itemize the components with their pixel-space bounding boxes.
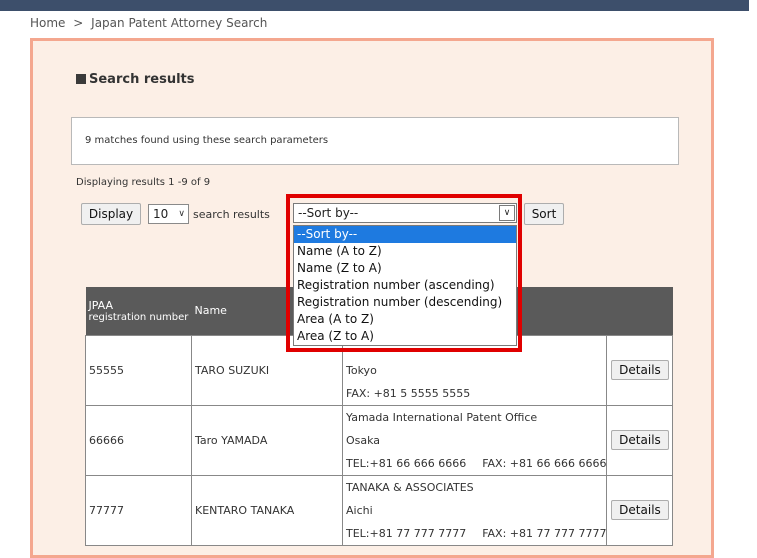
chevron-down-icon: ∨ [499, 205, 515, 221]
sort-option-default[interactable]: --Sort by-- [294, 226, 516, 243]
cell-reg: 66666 [85, 404, 192, 476]
office-name: Yamada International Patent Office [346, 410, 538, 424]
office-contact: TEL:+81 66 666 6666 FAX: +81 66 666 6666 [343, 452, 606, 475]
display-button[interactable]: Display [81, 203, 141, 225]
matches-text: 9 matches found using these search param… [85, 135, 329, 146]
office-area: Aichi [346, 503, 373, 517]
matches-box: 9 matches found using these search param… [71, 117, 679, 165]
header-details [606, 287, 673, 335]
breadcrumb-current: Japan Patent Attorney Search [91, 16, 268, 30]
header-reg-line2: registration number [88, 311, 189, 323]
office-area: Tokyo [346, 363, 377, 377]
cell-reg: 77777 [85, 474, 192, 546]
sort-option-reg-asc[interactable]: Registration number (ascending) [294, 277, 516, 294]
breadcrumb-home[interactable]: Home [30, 16, 65, 30]
per-page-label: search results [193, 208, 270, 221]
details-button[interactable]: Details [611, 360, 669, 380]
sort-option-area-asc[interactable]: Area (A to Z) [294, 311, 516, 328]
header-reg-line1: JPAA [88, 298, 114, 312]
sort-button[interactable]: Sort [524, 203, 564, 225]
displaying-count: Displaying results 1 -9 of 9 [76, 177, 211, 188]
breadcrumb-separator: > [73, 16, 84, 30]
breadcrumb: Home > Japan Patent Attorney Search [30, 16, 267, 30]
cell-details: Details [606, 334, 674, 406]
office-fax: FAX: +81 5 5555 5555 [346, 386, 471, 400]
cell-name: KENTARO TANAKA [191, 474, 343, 546]
cell-office: Yamada International Patent Office Osaka… [341, 404, 608, 476]
sort-option-reg-desc[interactable]: Registration number (descending) [294, 294, 516, 311]
details-button[interactable]: Details [611, 430, 669, 450]
results-per-page-select[interactable]: 10 ∨ [148, 204, 189, 224]
sort-option-area-desc[interactable]: Area (Z to A) [294, 328, 516, 345]
table-row: 77777 KENTARO TANAKA TANAKA & ASSOCIATES… [85, 474, 674, 546]
office-contact: FAX: +81 5 5555 5555 [343, 382, 606, 405]
cell-name: Taro YAMADA [191, 404, 343, 476]
details-button[interactable]: Details [611, 500, 669, 520]
office-fax: FAX: +81 66 666 6666 [482, 456, 607, 470]
office-tel: TEL:+81 77 777 7777 [346, 526, 467, 540]
header-registration-number: JPAA registration number [85, 287, 192, 335]
results-per-page-value: 10 [153, 207, 169, 221]
office-fax: FAX: +81 77 777 7777 [482, 526, 607, 540]
top-bar [0, 0, 749, 11]
chevron-down-icon: ∨ [178, 209, 185, 219]
office-tel: TEL:+81 66 666 6666 [346, 456, 467, 470]
office-contact: TEL:+81 77 777 7777 FAX: +81 77 777 7777 [343, 522, 606, 545]
office-area: Osaka [346, 433, 381, 447]
sort-by-select[interactable]: --Sort by-- ∨ [293, 203, 517, 223]
sort-by-dropdown: --Sort by-- Name (A to Z) Name (Z to A) … [293, 225, 517, 346]
sort-option-name-asc[interactable]: Name (A to Z) [294, 243, 516, 260]
sort-by-value: --Sort by-- [298, 206, 359, 220]
sort-option-name-desc[interactable]: Name (Z to A) [294, 260, 516, 277]
cell-details: Details [606, 404, 674, 476]
cell-office: TANAKA & ASSOCIATES Aichi TEL:+81 77 777… [341, 474, 608, 546]
cell-reg: 55555 [85, 334, 192, 406]
cell-details: Details [606, 474, 674, 546]
office-name: TANAKA & ASSOCIATES [346, 480, 474, 494]
table-row: 66666 Taro YAMADA Yamada International P… [85, 404, 674, 476]
results-title: Search results [76, 72, 194, 87]
